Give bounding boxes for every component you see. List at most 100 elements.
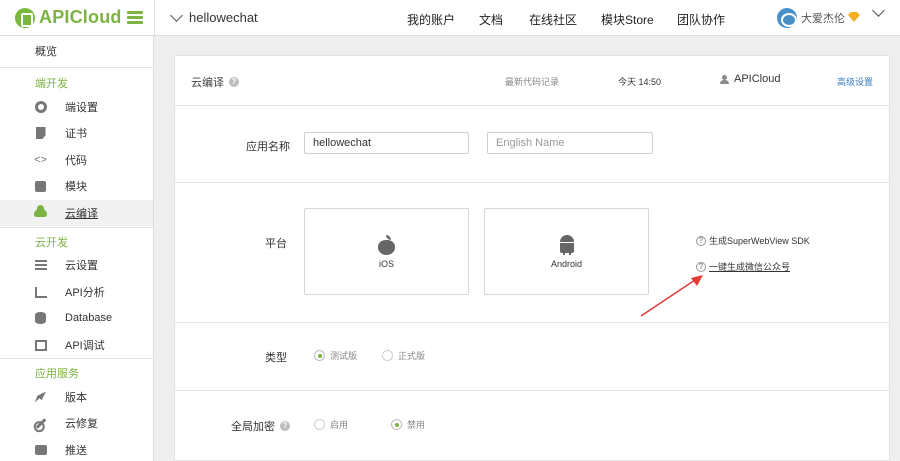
sidebar-section-cloud: 云开发 — [35, 237, 68, 249]
radio-dot — [391, 419, 402, 430]
nav-community[interactable]: 在线社区 — [529, 11, 577, 28]
latest-user-name: APICloud — [734, 73, 781, 85]
sidebar-item-label: 云修复 — [65, 418, 98, 430]
nav-my-account[interactable]: 我的账户 — [407, 11, 455, 28]
sidebar-item-api-debug[interactable]: API调试 — [0, 332, 153, 358]
header-divider — [154, 0, 155, 36]
sidebar-item-modules[interactable]: 模块 — [0, 173, 153, 199]
user-menu[interactable]: 大爱杰伦 — [777, 8, 845, 28]
help-icon: ? — [696, 261, 706, 272]
gear-icon — [34, 101, 47, 113]
wrench-icon — [35, 417, 46, 429]
sidebar-section-client: 端开发 — [35, 78, 68, 90]
sidebar-item-version[interactable]: 版本 — [0, 384, 153, 410]
sidebar-item-label: 代码 — [65, 155, 87, 167]
generate-wechat-text: 一键生成微信公众号 — [709, 262, 791, 272]
latest-code-user: APICloud — [720, 73, 780, 85]
row-divider — [175, 322, 889, 323]
encryption-label-text: 全局加密 — [231, 421, 275, 433]
document-icon — [35, 127, 46, 139]
encryption-disable-label: 禁用 — [407, 420, 426, 430]
help-icon: ? — [696, 235, 706, 246]
page-title: 云编译 — [191, 77, 224, 89]
sidebar-item-cloud-compile[interactable]: 云编译 — [0, 200, 153, 226]
row-divider — [175, 105, 889, 106]
database-icon — [35, 312, 46, 324]
android-icon — [559, 234, 575, 255]
chart-icon — [34, 286, 47, 298]
puzzle-icon — [35, 180, 46, 192]
menu-toggle-icon[interactable] — [127, 11, 143, 24]
sidebar-item-certificate[interactable]: 证书 — [0, 120, 153, 146]
encryption-enable-label: 启用 — [330, 420, 349, 430]
user-icon — [720, 74, 729, 84]
encryption-enable-radio[interactable]: 启用 — [314, 418, 348, 431]
sidebar-divider — [0, 227, 153, 228]
user-chevron-down-icon[interactable] — [872, 4, 885, 17]
cloud-icon — [34, 205, 47, 217]
sidebar-item-label: Database — [65, 312, 113, 324]
rocket-icon — [35, 391, 46, 403]
advanced-settings-link[interactable]: 高级设置 — [837, 75, 873, 88]
top-bar: APICloud hellowechat 我的账户 文档 在线社区 模块Stor… — [0, 0, 900, 36]
sidebar-divider — [0, 358, 153, 359]
sidebar-item-label: API调试 — [65, 340, 105, 352]
project-selector[interactable]: hellowechat — [170, 8, 258, 25]
encryption-label: 全局加密 ? — [231, 418, 290, 434]
sidebar-section-services: 应用服务 — [35, 368, 79, 380]
sidebar-item-push[interactable]: 推送 — [0, 437, 153, 461]
encryption-disable-radio[interactable]: 禁用 — [391, 418, 425, 431]
sidebar-item-overview[interactable]: 概览 — [0, 38, 153, 64]
sidebar-item-cloud-repair[interactable]: 云修复 — [0, 410, 153, 436]
sidebar-item-label: 推送 — [65, 445, 87, 457]
sidebar-item-label: 模块 — [65, 181, 87, 193]
row-divider — [175, 182, 889, 183]
vip-diamond-icon — [848, 12, 860, 22]
radio-dot — [382, 350, 393, 361]
sidebar: 概览 端开发 端设置 证书 <> 代码 模块 云编译 云开发 云设置 API分析… — [0, 36, 154, 461]
type-test-radio[interactable]: 测试版 — [314, 349, 357, 362]
chevron-down-icon — [170, 8, 183, 22]
api-icon — [34, 339, 47, 351]
nav-docs[interactable]: 文档 — [479, 11, 503, 28]
code-icon: <> — [34, 154, 47, 166]
cloud-compile-panel: 云编译 ? 最新代码记录 今天 14:50 APICloud 高级设置 应用名称… — [174, 55, 890, 461]
sidebar-item-cloud-settings[interactable]: 云设置 — [0, 252, 153, 278]
type-label: 类型 — [265, 352, 287, 364]
sidebar-item-client-settings[interactable]: 端设置 — [0, 94, 153, 120]
row-divider — [175, 390, 889, 391]
type-release-label: 正式版 — [398, 351, 426, 361]
type-release-radio[interactable]: 正式版 — [382, 349, 425, 362]
platform-ios-card[interactable]: iOS — [304, 208, 469, 295]
help-icon[interactable]: ? — [280, 421, 290, 431]
platform-label: 平台 — [265, 238, 287, 250]
english-name-input[interactable] — [487, 132, 653, 154]
avatar[interactable] — [777, 8, 797, 28]
logo-text: APICloud — [39, 7, 122, 27]
platform-android-label: Android — [550, 258, 583, 269]
platform-android-card[interactable]: Android — [484, 208, 649, 295]
sidebar-item-code[interactable]: <> 代码 — [0, 147, 153, 173]
sidebar-item-label: 证书 — [65, 128, 87, 140]
radio-dot — [314, 419, 325, 430]
sliders-icon — [34, 260, 47, 270]
project-name: hellowechat — [189, 10, 258, 25]
nav-team[interactable]: 团队协作 — [677, 11, 725, 28]
user-name[interactable]: 大爱杰伦 — [801, 10, 845, 26]
type-test-label: 测试版 — [330, 351, 358, 361]
help-icon[interactable]: ? — [229, 77, 239, 87]
sidebar-item-label: 云编译 — [65, 208, 98, 220]
sidebar-item-database[interactable]: Database — [0, 305, 153, 331]
generate-sdk-link[interactable]: ? 生成SuperWebView SDK — [696, 234, 810, 247]
apicloud-logo[interactable]: APICloud — [15, 7, 122, 28]
app-name-input[interactable] — [304, 132, 469, 154]
generate-wechat-link[interactable]: ? 一键生成微信公众号 — [696, 260, 790, 273]
sidebar-item-label: 云设置 — [65, 260, 98, 272]
latest-code-label: 最新代码记录 — [505, 77, 560, 87]
radio-dot — [314, 350, 325, 361]
push-icon — [34, 445, 47, 455]
nav-module-store[interactable]: 模块Store — [601, 11, 654, 28]
platform-ios-label: iOS — [378, 258, 394, 269]
sidebar-item-api-analytics[interactable]: API分析 — [0, 279, 153, 305]
sidebar-item-label: API分析 — [65, 287, 105, 299]
